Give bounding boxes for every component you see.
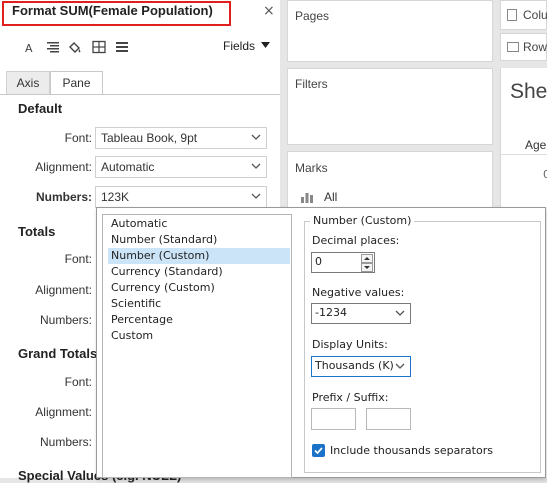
caret-down-icon: [364, 266, 370, 269]
tab-divider: [0, 94, 280, 95]
negative-values-dropdown[interactable]: -1234: [311, 303, 411, 324]
decimal-places-value: 0: [315, 255, 322, 268]
format-option-custom[interactable]: Custom: [108, 328, 290, 344]
format-option-percentage[interactable]: Percentage: [108, 312, 290, 328]
totals-alignment-label: Alignment:: [35, 283, 92, 297]
display-units-label: Display Units:: [312, 338, 388, 351]
default-alignment-dropdown[interactable]: Automatic: [95, 156, 267, 178]
default-numbers-value: 123K: [101, 190, 130, 204]
chevron-down-icon: [251, 134, 261, 140]
sheet-title: Sheet 1: [510, 80, 547, 103]
font-icon[interactable]: A: [22, 40, 38, 54]
fields-label: Fields: [223, 39, 256, 53]
format-option-automatic[interactable]: Automatic: [108, 216, 290, 232]
default-font-label: Font:: [64, 131, 92, 145]
close-icon[interactable]: ×: [263, 3, 275, 19]
thousands-separator-label[interactable]: Include thousands separators: [330, 444, 493, 457]
display-units-value: Thousands (K): [315, 359, 394, 372]
fields-dropdown-button[interactable]: Fields: [223, 39, 271, 53]
caret-down-icon: [261, 42, 271, 48]
grand-totals-heading: Grand Totals: [18, 346, 98, 361]
default-font-dropdown[interactable]: Tableau Book, 9pt: [95, 127, 267, 149]
grand-totals-alignment-label: Alignment:: [35, 405, 92, 419]
marks-card-title: Marks: [295, 161, 328, 175]
svg-text:A: A: [25, 42, 33, 54]
chevron-down-icon: [251, 163, 261, 169]
stepper-down-button[interactable]: [361, 263, 373, 272]
default-alignment-value: Automatic: [101, 160, 155, 174]
grand-totals-font-label: Font:: [64, 375, 92, 389]
tab-pane[interactable]: Pane: [50, 71, 103, 94]
negative-values-label: Negative values:: [312, 286, 405, 299]
default-numbers-label: Numbers:: [35, 190, 92, 204]
borders-icon[interactable]: [91, 40, 107, 54]
filters-shelf[interactable]: Filters: [287, 68, 493, 145]
decimal-places-stepper[interactable]: 0: [311, 252, 375, 273]
age-column-header[interactable]: Age: [525, 138, 546, 152]
chevron-down-icon: [395, 310, 405, 316]
filters-shelf-title: Filters: [295, 77, 328, 91]
format-pane-title: Format SUM(Female Population): [12, 3, 213, 18]
lines-icon[interactable]: [114, 40, 130, 54]
totals-font-label: Font:: [64, 252, 92, 266]
display-units-dropdown[interactable]: Thousands (K): [311, 356, 411, 377]
number-custom-group-title: Number (Custom): [310, 214, 415, 227]
sheet-cell-value: 0: [543, 168, 547, 181]
default-font-value: Tableau Book, 9pt: [101, 131, 198, 145]
totals-numbers-label: Numbers:: [39, 313, 92, 327]
default-alignment-label: Alignment:: [35, 160, 92, 174]
prefix-input[interactable]: [311, 408, 356, 430]
pages-shelf[interactable]: Pages: [287, 0, 493, 62]
tab-axis[interactable]: Axis: [6, 71, 50, 94]
suffix-input[interactable]: [366, 408, 411, 430]
chevron-down-icon: [395, 363, 405, 369]
format-option-number-custom[interactable]: Number (Custom): [108, 248, 290, 264]
format-option-scientific[interactable]: Scientific: [108, 296, 290, 312]
rows-icon: [507, 42, 519, 52]
default-numbers-dropdown[interactable]: 123K: [95, 186, 267, 208]
marks-all-label[interactable]: All: [324, 190, 337, 204]
grand-totals-numbers-label: Numbers:: [39, 435, 92, 449]
negative-values-value: -1234: [315, 306, 347, 319]
stepper-up-button[interactable]: [361, 254, 373, 263]
bar-chart-icon: [301, 193, 313, 203]
pages-shelf-title: Pages: [295, 9, 330, 23]
columns-shelf-title: Columns: [523, 8, 547, 22]
thousands-separator-checkbox[interactable]: [312, 444, 325, 457]
totals-heading: Totals: [18, 224, 56, 239]
chevron-down-icon: [251, 193, 261, 199]
align-icon[interactable]: [45, 40, 61, 54]
format-option-number-standard[interactable]: Number (Standard): [108, 232, 290, 248]
rows-shelf-title: Rows: [523, 40, 547, 54]
prefix-suffix-label: Prefix / Suffix:: [312, 391, 389, 404]
decimal-places-label: Decimal places:: [312, 234, 400, 247]
default-heading: Default: [18, 101, 63, 116]
checkmark-icon: [314, 447, 323, 455]
rows-shelf[interactable]: Rows: [500, 33, 547, 61]
format-option-currency-custom[interactable]: Currency (Custom): [108, 280, 290, 296]
shading-icon[interactable]: [67, 40, 83, 54]
format-option-currency-standard[interactable]: Currency (Standard): [108, 264, 290, 280]
columns-icon: [507, 9, 517, 21]
columns-shelf[interactable]: Columns: [500, 0, 547, 30]
caret-up-icon: [364, 257, 370, 260]
